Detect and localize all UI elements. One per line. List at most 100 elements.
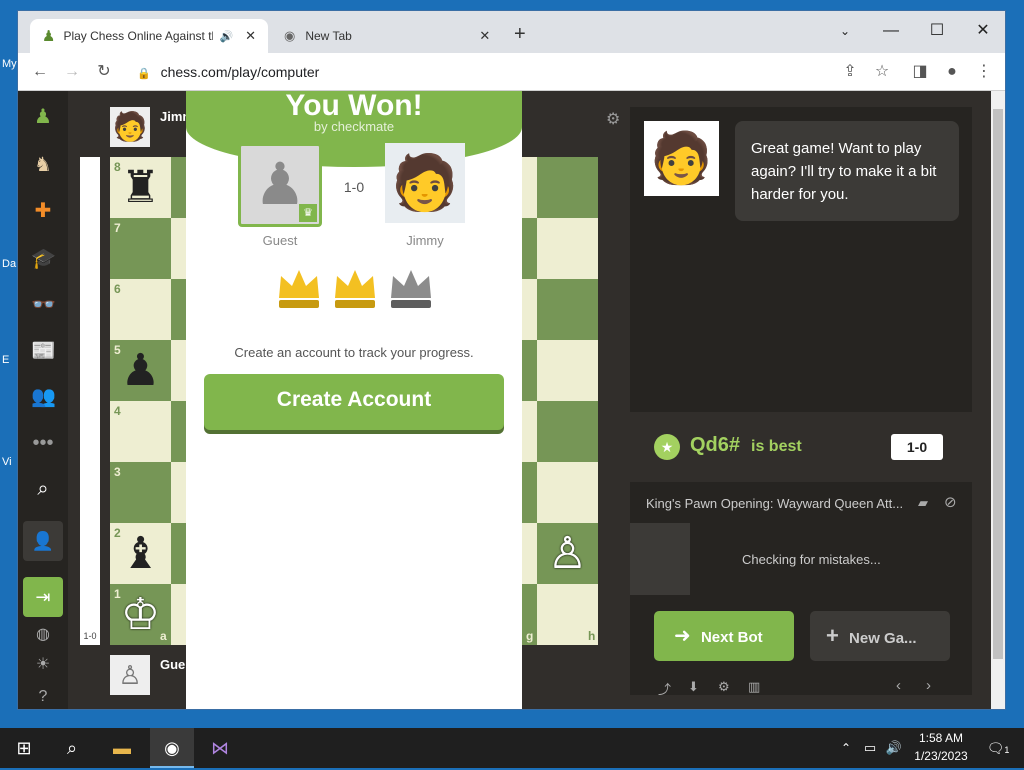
tray-chevron-icon[interactable]: ⌃ xyxy=(836,728,856,768)
visual-studio-icon[interactable]: ⋈ xyxy=(202,728,238,768)
winner-name: Guest xyxy=(262,233,298,248)
board-square[interactable] xyxy=(537,279,598,340)
network-icon[interactable]: ▭ xyxy=(860,728,880,768)
search-icon[interactable]: ⌕ xyxy=(31,477,55,501)
tab-new-tab[interactable]: ◉ New Tab ✕ xyxy=(272,19,502,53)
desktop-label: My xyxy=(2,58,17,70)
menu-icon[interactable]: ⋮ xyxy=(972,60,996,84)
file-explorer-icon[interactable]: ▬ xyxy=(104,728,140,768)
black-bishop-piece[interactable]: ♝ xyxy=(110,523,171,584)
library-icon[interactable]: ▥ xyxy=(748,679,760,695)
chess-logo-icon[interactable]: ♟ xyxy=(31,105,55,129)
board-square[interactable] xyxy=(537,218,598,279)
tab-chess[interactable]: ♟ Play Chess Online Against th 🔊 ✕ xyxy=(30,19,268,53)
white-pawn-piece[interactable]: ♙ xyxy=(537,523,598,584)
player-name: Gue xyxy=(160,657,186,672)
side-panel-icon[interactable]: ◨ xyxy=(908,60,932,84)
scrollbar[interactable] xyxy=(991,91,1005,709)
black-pawn-piece[interactable]: ♟ xyxy=(110,340,171,401)
white-king-piece[interactable]: ♔ xyxy=(110,584,171,645)
bot-speech-bubble: Great game! Want to play again? I'll try… xyxy=(735,121,959,221)
next-move-icon[interactable]: › xyxy=(926,677,931,694)
puzzles-icon[interactable]: ✚ xyxy=(31,199,55,223)
share-icon[interactable]: ⤴ xyxy=(658,679,671,698)
black-rook-piece[interactable]: ♜ xyxy=(110,157,171,218)
help-icon[interactable]: ? xyxy=(31,685,55,709)
file-label: h xyxy=(588,629,596,643)
bot-face-icon: 🧑 xyxy=(391,153,459,213)
minimize-button[interactable]: — xyxy=(868,17,914,45)
board-square[interactable] xyxy=(537,157,598,218)
new-tab-button[interactable]: + xyxy=(514,23,526,46)
play-icon[interactable]: ♞ xyxy=(31,153,55,177)
bot-avatar: 🧑 xyxy=(644,121,719,196)
desktop-label: Vi xyxy=(2,456,12,468)
opponent-avatar-large: 🧑 xyxy=(385,143,465,223)
right-panel: 🧑 Great game! Want to play again? I'll t… xyxy=(630,107,972,698)
desktop-label: Da xyxy=(2,258,17,270)
maximize-button[interactable]: ☐ xyxy=(914,17,960,45)
share-icon[interactable]: ⇪ xyxy=(838,60,862,84)
eval-score: 1-0 xyxy=(83,631,97,641)
download-icon[interactable]: ⬇ xyxy=(688,679,699,695)
globe-icon[interactable]: ◍ xyxy=(31,623,55,647)
chrome-taskbar-icon[interactable]: ◉ xyxy=(150,728,194,768)
speaker-icon[interactable]: 🔊 xyxy=(219,30,233,43)
start-button[interactable]: ⊞ xyxy=(6,728,42,768)
next-bot-button[interactable]: ➜ Next Bot xyxy=(654,611,794,661)
login-button[interactable]: ⇥ xyxy=(23,577,63,617)
best-move-label: is best xyxy=(751,438,802,455)
volume-icon[interactable]: 🔊 xyxy=(884,728,904,768)
back-icon[interactable]: ← xyxy=(28,60,52,84)
clock-date[interactable]: 1/23/2023 xyxy=(908,749,974,763)
bookmark-star-icon[interactable]: ☆ xyxy=(870,60,894,84)
taskbar: ⊞ ⌕ ▬ ◉ ⋈ ⌃ ▭ 🔊 1:58 AM 1/23/2023 🗨1 xyxy=(0,728,1024,768)
modal-subtitle: by checkmate xyxy=(313,119,395,134)
close-window-button[interactable]: ✕ xyxy=(960,17,1005,45)
learn-icon[interactable]: 🎓 xyxy=(31,247,56,271)
winner-crown-icon: ♛ xyxy=(299,204,317,222)
watch-icon[interactable]: 👓 xyxy=(31,293,56,317)
theme-icon[interactable]: ☀ xyxy=(31,653,55,677)
tab-search-icon[interactable]: ⌄ xyxy=(822,17,868,45)
scrollbar-thumb[interactable] xyxy=(993,109,1003,659)
board-square[interactable] xyxy=(537,340,598,401)
prev-move-icon[interactable]: ‹ xyxy=(896,677,901,694)
account-prompt: Create an account to track your progress… xyxy=(234,345,474,360)
url-text: chess.com/play/computer xyxy=(160,64,320,80)
more-icon[interactable]: ••• xyxy=(31,431,55,455)
settings-icon[interactable]: ⚙ xyxy=(718,679,730,695)
clock-time[interactable]: 1:58 AM xyxy=(910,731,972,745)
rank-label: 6 xyxy=(114,282,121,296)
notifications-icon[interactable]: 🗨1 xyxy=(980,728,1016,768)
search-icon[interactable]: ⌕ xyxy=(54,728,90,768)
signup-button[interactable]: 👤 xyxy=(23,521,63,561)
board-settings-icon[interactable]: ⚙ xyxy=(606,109,620,129)
address-bar[interactable]: 🔒 chess.com/play/computer xyxy=(127,58,867,86)
close-tab-icon[interactable]: ✕ xyxy=(245,28,256,44)
analysis-placeholder xyxy=(630,523,690,595)
book-icon[interactable]: ▰ xyxy=(918,495,928,511)
close-tab-icon[interactable]: ✕ xyxy=(479,28,490,44)
explore-icon[interactable]: ⊘ xyxy=(944,493,957,511)
news-icon[interactable]: 📰 xyxy=(31,339,56,363)
new-game-label: New Ga... xyxy=(849,630,917,647)
next-bot-label: Next Bot xyxy=(700,629,763,646)
reload-icon[interactable]: ↻ xyxy=(92,60,116,84)
crown-icon xyxy=(279,270,319,308)
board-square[interactable] xyxy=(537,401,598,462)
bot-face-icon: 🧑 xyxy=(650,130,713,186)
plus-icon: + xyxy=(826,623,839,648)
new-game-button[interactable]: + New Ga... xyxy=(810,611,950,661)
bot-face-icon: 🧑 xyxy=(112,111,148,142)
profile-icon[interactable]: ● xyxy=(940,60,964,84)
social-icon[interactable]: 👥 xyxy=(31,385,56,409)
result-badge: 1-0 xyxy=(891,434,943,460)
rank-label: 3 xyxy=(114,465,121,479)
board-square[interactable] xyxy=(537,462,598,523)
file-label: g xyxy=(526,629,534,643)
crown-icon xyxy=(335,270,375,308)
create-account-button[interactable]: Create Account xyxy=(204,374,504,430)
pawn-avatar-icon: ♙ xyxy=(118,660,142,690)
forward-icon[interactable]: → xyxy=(60,60,84,84)
